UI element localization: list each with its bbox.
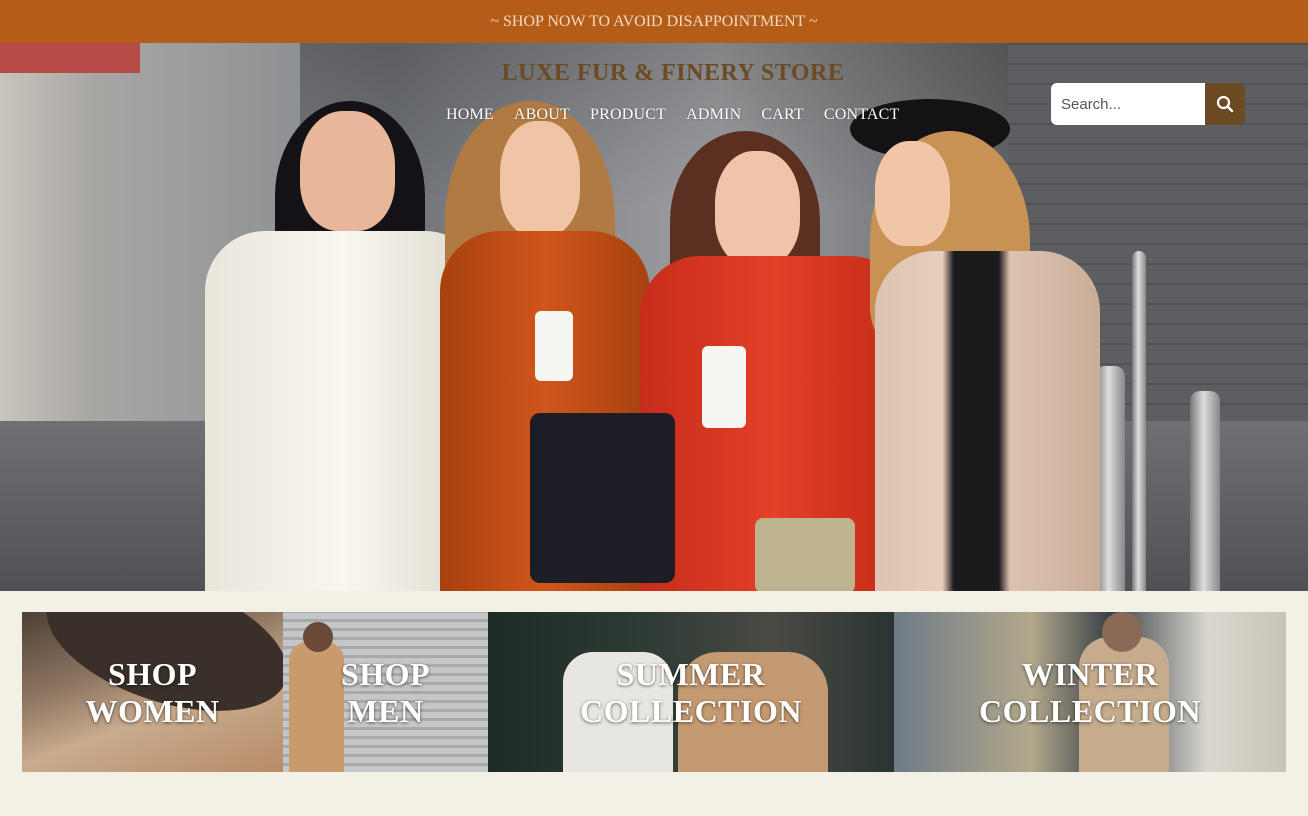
hero-handbag bbox=[755, 518, 855, 591]
nav-cart[interactable]: CART bbox=[761, 106, 804, 124]
shop-women-tile[interactable]: SHOP WOMEN bbox=[22, 612, 283, 772]
summer-collection-label: SUMMER COLLECTION bbox=[580, 656, 802, 729]
hero-person-4 bbox=[850, 71, 1100, 591]
nav-admin[interactable]: ADMIN bbox=[686, 106, 741, 124]
search-icon bbox=[1216, 95, 1234, 113]
search-input[interactable] bbox=[1051, 83, 1205, 125]
nav-contact[interactable]: CONTACT bbox=[824, 106, 900, 124]
search-button[interactable] bbox=[1205, 83, 1245, 125]
shop-women-label: SHOP WOMEN bbox=[85, 656, 220, 729]
nav-home[interactable]: HOME bbox=[446, 106, 494, 124]
search-box bbox=[1051, 83, 1245, 125]
summer-collection-tile[interactable]: SUMMER COLLECTION bbox=[488, 612, 894, 772]
nav-product[interactable]: PRODUCT bbox=[590, 106, 666, 124]
main-nav: HOME ABOUT PRODUCT ADMIN CART CONTACT bbox=[446, 106, 900, 124]
collection-tiles: SHOP WOMEN SHOP MEN SUMMER COLLECTION WI… bbox=[22, 612, 1286, 772]
promo-text: ~ SHOP NOW TO AVOID DISAPPOINTMENT ~ bbox=[490, 12, 818, 30]
promo-banner: ~ SHOP NOW TO AVOID DISAPPOINTMENT ~ bbox=[0, 0, 1308, 43]
hero-handbag bbox=[530, 413, 675, 583]
nav-about[interactable]: ABOUT bbox=[514, 106, 570, 124]
shop-men-tile[interactable]: SHOP MEN bbox=[283, 612, 488, 772]
winter-collection-tile[interactable]: WINTER COLLECTION bbox=[894, 612, 1286, 772]
shop-men-label: SHOP MEN bbox=[340, 656, 431, 729]
winter-collection-label: WINTER COLLECTION bbox=[979, 656, 1201, 729]
hero-image bbox=[0, 43, 1308, 591]
hero-bollard bbox=[1190, 391, 1220, 591]
hero-bollard bbox=[1132, 251, 1146, 591]
